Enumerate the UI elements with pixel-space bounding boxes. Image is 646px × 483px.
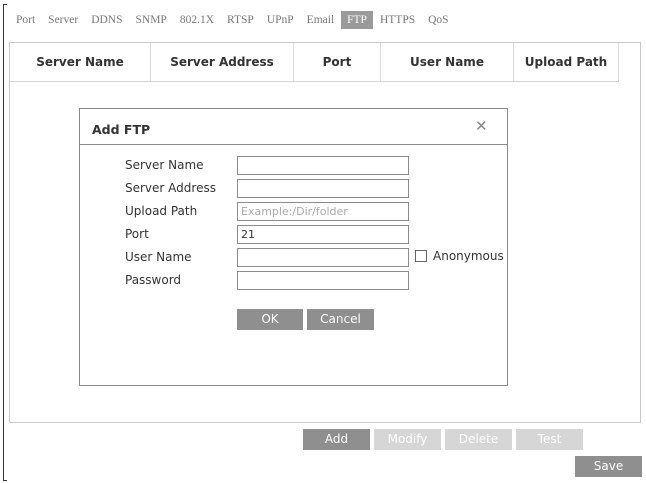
left-bracket: [3, 4, 7, 481]
cancel-button[interactable]: Cancel: [307, 309, 374, 330]
tab-upnp[interactable]: UPnP: [261, 11, 300, 29]
tab-port[interactable]: Port: [10, 11, 41, 29]
tab-ftp[interactable]: FTP: [341, 11, 373, 29]
ok-button[interactable]: OK: [237, 309, 303, 330]
tab-qos[interactable]: QoS: [422, 11, 454, 29]
anonymous-option[interactable]: Anonymous: [415, 249, 504, 263]
table-header: Server Name Server Address Port User Nam…: [10, 43, 619, 82]
server-address-label: Server Address: [125, 181, 216, 195]
column-header-user-name[interactable]: User Name: [381, 43, 514, 81]
column-header-server-address[interactable]: Server Address: [151, 43, 294, 81]
server-name-label: Server Name: [125, 158, 204, 172]
column-header-upload-path[interactable]: Upload Path: [514, 43, 619, 81]
anonymous-checkbox[interactable]: [415, 250, 427, 262]
test-button[interactable]: Test: [516, 429, 583, 450]
delete-button[interactable]: Delete: [445, 429, 512, 450]
tab-bar: Port Server DDNS SNMP 802.1X RTSP UPnP E…: [10, 9, 456, 31]
add-button[interactable]: Add: [303, 429, 370, 450]
port-input[interactable]: [237, 225, 409, 244]
modify-button[interactable]: Modify: [374, 429, 441, 450]
server-name-input[interactable]: [237, 156, 409, 175]
tab-snmp[interactable]: SNMP: [130, 11, 173, 29]
save-button[interactable]: Save: [575, 456, 642, 477]
tab-rtsp[interactable]: RTSP: [221, 11, 260, 29]
add-ftp-dialog: Add FTP ✕ Server Name Server Address Upl…: [79, 108, 508, 386]
tab-ddns[interactable]: DDNS: [85, 11, 128, 29]
user-name-label: User Name: [125, 250, 192, 264]
column-header-port[interactable]: Port: [294, 43, 381, 81]
anonymous-label: Anonymous: [433, 249, 504, 263]
close-icon[interactable]: ✕: [475, 117, 488, 135]
password-input[interactable]: [237, 271, 409, 290]
upload-path-label: Upload Path: [125, 204, 198, 218]
upload-path-input[interactable]: [237, 202, 409, 221]
tab-8021x[interactable]: 802.1X: [174, 11, 220, 29]
tab-email[interactable]: Email: [301, 11, 340, 29]
dialog-title: Add FTP: [92, 122, 151, 137]
server-address-input[interactable]: [237, 179, 409, 198]
tab-https[interactable]: HTTPS: [374, 11, 421, 29]
user-name-input[interactable]: [237, 248, 409, 267]
dialog-divider: [80, 144, 507, 145]
tab-server[interactable]: Server: [42, 11, 84, 29]
password-label: Password: [125, 273, 182, 287]
column-header-server-name[interactable]: Server Name: [10, 43, 151, 81]
port-label: Port: [125, 227, 149, 241]
